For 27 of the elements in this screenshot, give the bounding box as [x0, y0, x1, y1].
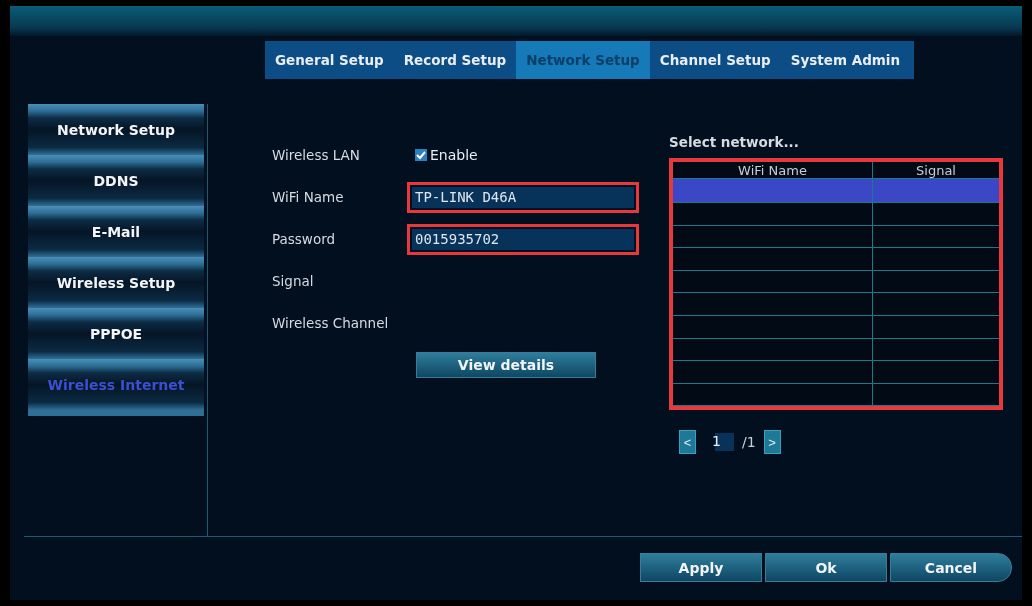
field-label: Signal: [272, 273, 315, 289]
previous-page-button[interactable]: <: [679, 430, 696, 455]
tab[interactable]: General Setup: [265, 41, 394, 79]
footer-button[interactable]: Cancel: [890, 553, 1012, 582]
tab[interactable]: Channel Setup: [649, 41, 781, 79]
footer-button[interactable]: Apply: [640, 553, 762, 582]
enable-checkbox[interactable]: Enable: [407, 147, 667, 163]
view-details-button[interactable]: View details: [416, 352, 596, 378]
tab[interactable]: System Admin: [780, 41, 915, 79]
list-title: Select network...: [669, 134, 800, 152]
sidebar-item[interactable]: Network Setup: [28, 104, 204, 155]
sidebar-item[interactable]: PPPOE: [28, 308, 204, 359]
field-label: Password: [272, 231, 337, 247]
column-header: WiFi Name: [738, 162, 807, 178]
sidebar-item[interactable]: DDNS: [28, 155, 204, 206]
field-label: Wireless Channel: [272, 315, 390, 331]
page-total: /1: [742, 434, 756, 451]
field-label: Wireless LAN: [272, 147, 361, 163]
field-label: WiFi Name: [272, 189, 345, 205]
wifi-name-field[interactable]: TP-LINK_D46A: [412, 186, 634, 208]
sidebar-item[interactable]: E-Mail: [28, 206, 204, 257]
sidebar-item[interactable]: Wireless Setup: [28, 257, 204, 308]
next-page-button[interactable]: >: [763, 430, 781, 455]
password-field[interactable]: 0015935702: [412, 228, 634, 250]
tab[interactable]: Record Setup: [393, 41, 517, 79]
footer-button[interactable]: Ok: [765, 553, 887, 582]
column-header: Signal: [916, 162, 956, 178]
